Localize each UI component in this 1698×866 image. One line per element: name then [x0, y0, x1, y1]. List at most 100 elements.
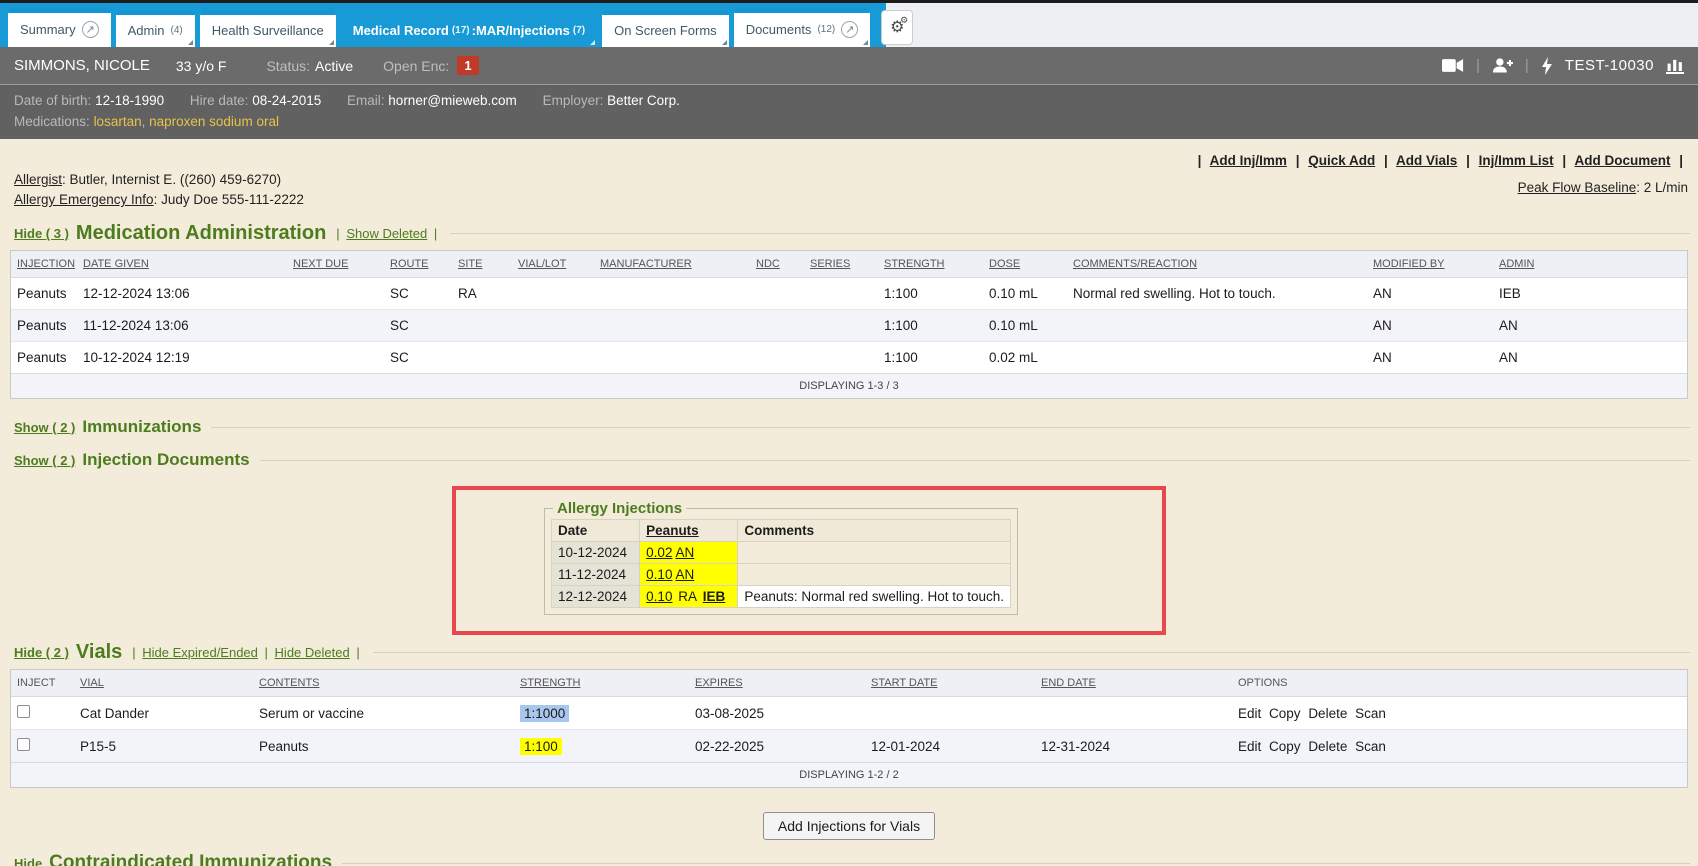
inject-checkbox[interactable] — [17, 738, 30, 751]
demographics-line: Date of birth: 12-18-1990 Hire date: 08-… — [14, 90, 1684, 111]
med-admin-hide-toggle[interactable]: Hide ( 3 ) — [14, 226, 69, 241]
col-date: Date — [552, 520, 640, 542]
initials-link[interactable]: AN — [675, 567, 694, 582]
add-user-icon[interactable] — [1492, 57, 1513, 74]
dose-link[interactable]: 0.02 — [646, 545, 672, 560]
edit-link[interactable]: Edit — [1238, 739, 1261, 754]
cell-series — [804, 310, 878, 342]
col-ndc-label[interactable]: NDC — [756, 258, 780, 270]
tab-medical-record[interactable]: Medical Record (17) :MAR/Injections (7) — [341, 10, 597, 47]
peak-flow-baseline-link[interactable]: Peak Flow Baseline — [1518, 180, 1637, 195]
allergen-column-link[interactable]: Peanuts — [646, 523, 699, 538]
scan-link[interactable]: Scan — [1355, 706, 1386, 721]
dose-link[interactable]: 0.10 — [646, 589, 672, 604]
col-admin-label[interactable]: ADMIN — [1499, 258, 1534, 270]
tab-medical-record-subcount: (7) — [573, 25, 585, 36]
section-rule — [342, 863, 1690, 864]
vials-hide-toggle[interactable]: Hide ( 2 ) — [14, 645, 69, 660]
inj-imm-list-link[interactable]: Inj/Imm List — [1479, 153, 1554, 168]
edit-link[interactable]: Edit — [1238, 706, 1261, 721]
col-end-date-label[interactable]: END DATE — [1041, 677, 1096, 689]
cell-route: SC — [384, 278, 452, 310]
add-inj-imm-link[interactable]: Add Inj/Imm — [1210, 153, 1287, 168]
cell-strength: 1:100 — [878, 342, 983, 374]
col-vial-label[interactable]: VIAL — [80, 677, 104, 689]
show-deleted-link[interactable]: Show Deleted — [346, 226, 427, 241]
tab-health-surveillance[interactable]: Health Surveillance — [200, 10, 336, 47]
col-strength-label[interactable]: STRENGTH — [884, 258, 945, 270]
allergy-emergency-info-link[interactable]: Allergy Emergency Info — [14, 192, 154, 207]
immunizations-show-toggle[interactable]: Show ( 2 ) — [14, 420, 75, 435]
allergist-link[interactable]: Allergist — [14, 172, 62, 187]
col-date-given-label[interactable]: DATE GIVEN — [83, 258, 149, 270]
add-vials-link[interactable]: Add Vials — [1396, 153, 1457, 168]
col-route-label[interactable]: ROUTE — [390, 258, 429, 270]
col-strength: STRENGTH — [878, 251, 983, 278]
col-dose-label[interactable]: DOSE — [989, 258, 1020, 270]
tab-documents[interactable]: Documents (12) ↗ — [734, 8, 871, 47]
initials-link[interactable]: IEB — [703, 589, 726, 604]
external-link-icon[interactable]: ↗ — [82, 21, 99, 38]
tab-summary-label: Summary — [20, 22, 76, 37]
col-strength-label[interactable]: STRENGTH — [520, 677, 581, 689]
cell-expires: 03-08-2025 — [689, 697, 865, 730]
copy-link[interactable]: Copy — [1269, 706, 1301, 721]
col-start-date-label[interactable]: START DATE — [871, 677, 937, 689]
cell-date-given: 11-12-2024 13:06 — [77, 310, 287, 342]
external-link-icon[interactable]: ↗ — [841, 21, 858, 38]
cell-manufacturer — [594, 342, 750, 374]
open-enc-badge[interactable]: 1 — [457, 56, 478, 75]
copy-link[interactable]: Copy — [1269, 739, 1301, 754]
cell-vial-lot — [512, 310, 594, 342]
col-comments-label[interactable]: COMMENTS/REACTION — [1073, 258, 1197, 270]
cell-comment — [738, 564, 1011, 586]
injection-documents-show-toggle[interactable]: Show ( 2 ) — [14, 453, 75, 468]
injection-documents-section-header: Show ( 2 ) Injection Documents — [14, 450, 1690, 470]
scan-link[interactable]: Scan — [1355, 739, 1386, 754]
demographics-bar: Date of birth: 12-18-1990 Hire date: 08-… — [0, 84, 1698, 139]
contraindicated-title: Contraindicated Immunizations — [49, 852, 332, 866]
col-route: ROUTE — [384, 251, 452, 278]
lightning-bolt-icon[interactable] — [1541, 57, 1553, 75]
settings-button[interactable]: ⚙ ⚙ — [881, 10, 913, 45]
col-series-label[interactable]: SERIES — [810, 258, 850, 270]
tab-on-screen-forms[interactable]: On Screen Forms — [602, 10, 729, 47]
gear-small-icon: ⚙ — [900, 16, 908, 25]
status-value: Active — [315, 58, 353, 74]
col-vial-lot-label[interactable]: VIAL/LOT — [518, 258, 566, 270]
tab-summary[interactable]: Summary ↗ — [8, 8, 111, 47]
allergy-injections-table: Date Peanuts Comments 10-12-2024 0.02 AN — [551, 519, 1011, 608]
add-injections-for-vials-button[interactable]: Add Injections for Vials — [763, 812, 935, 840]
delete-link[interactable]: Delete — [1308, 739, 1347, 754]
delete-link[interactable]: Delete — [1308, 706, 1347, 721]
col-manufacturer-label[interactable]: MANUFACTURER — [600, 258, 692, 270]
med-admin-table-container: INJECTION DATE GIVEN NEXT DUE ROUTE SITE… — [10, 250, 1688, 399]
separator: | — [1466, 153, 1470, 168]
inject-checkbox[interactable] — [17, 705, 30, 718]
col-site-label[interactable]: SITE — [458, 258, 482, 270]
col-injection-label[interactable]: INJECTION — [17, 258, 75, 270]
col-contents-label[interactable]: CONTENTS — [259, 677, 320, 689]
hide-expired-link[interactable]: Hide Expired/Ended — [142, 645, 258, 660]
col-next-due-label[interactable]: NEXT DUE — [293, 258, 348, 270]
add-document-link[interactable]: Add Document — [1574, 153, 1670, 168]
contraindicated-hide-toggle[interactable]: Hide — [14, 856, 42, 866]
medication-link-losartan[interactable]: losartan — [94, 114, 142, 129]
hire-date-label: Hire date: — [190, 93, 249, 108]
medication-link-naproxen[interactable]: naproxen sodium oral — [149, 114, 279, 129]
col-end-date: END DATE — [1035, 670, 1232, 697]
table-row: 11-12-2024 0.10 AN — [552, 564, 1011, 586]
allergy-contact-info: Allergist: Butler, Internist E. ((260) 4… — [14, 170, 304, 210]
col-modified-by-label[interactable]: MODIFIED BY — [1373, 258, 1445, 270]
strength-highlight: 1:100 — [520, 738, 562, 755]
initials-link[interactable]: AN — [675, 545, 694, 560]
col-admin: ADMIN — [1493, 251, 1687, 278]
quick-add-link[interactable]: Quick Add — [1308, 153, 1375, 168]
video-camera-icon[interactable] — [1442, 58, 1464, 73]
hide-deleted-link[interactable]: Hide Deleted — [275, 645, 350, 660]
tab-admin[interactable]: Admin (4) — [116, 10, 195, 47]
col-expires-label[interactable]: EXPIRES — [695, 677, 743, 689]
dose-link[interactable]: 0.10 — [646, 567, 672, 582]
site-text: RA — [678, 589, 697, 604]
bar-chart-icon[interactable] — [1666, 58, 1684, 74]
